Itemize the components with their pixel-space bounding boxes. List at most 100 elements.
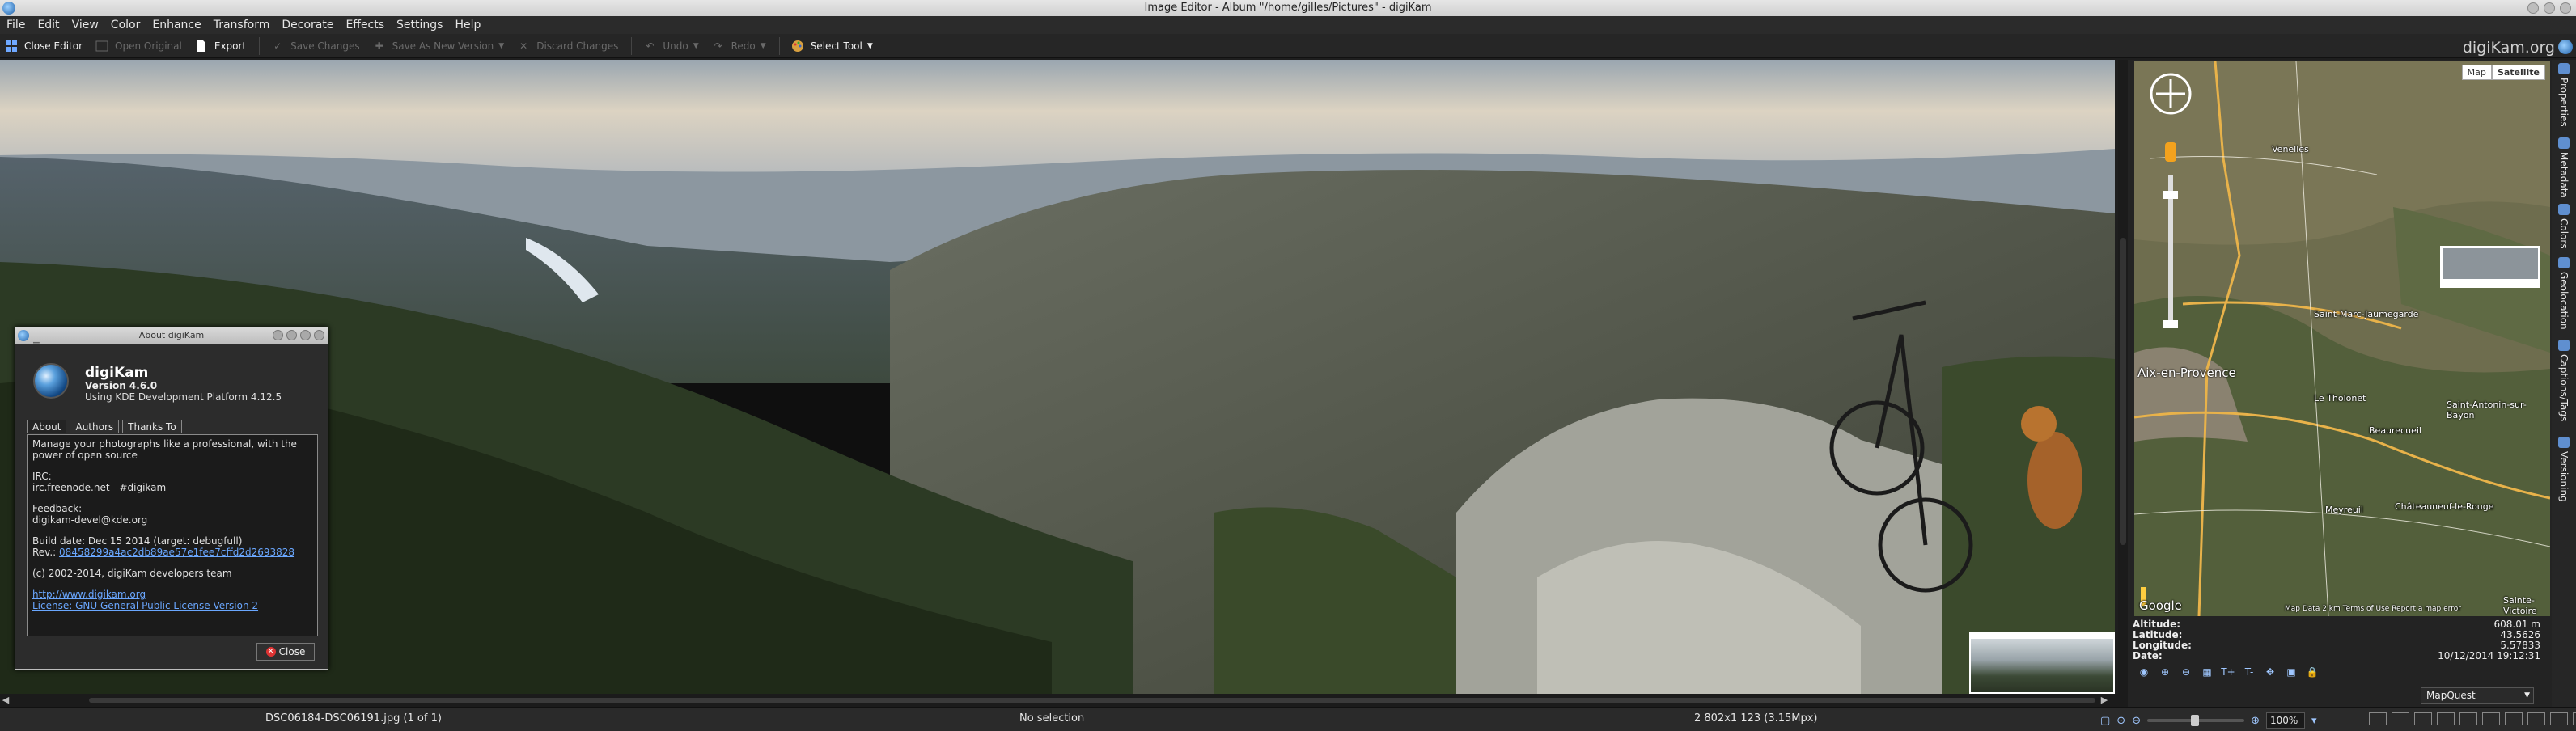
menu-help[interactable]: Help [455, 19, 481, 32]
revision-link[interactable]: 08458299a4ac2db89ae57e1fee7cffd2d2693828 [59, 547, 294, 558]
map-place-label: Beaurecueil [2369, 425, 2421, 436]
menu-view[interactable]: View [72, 19, 99, 32]
view-mode-2[interactable] [2392, 712, 2409, 725]
zoom-out-icon[interactable]: ⊖ [2132, 715, 2141, 727]
map-place-label: Sainte-Victoire [2503, 595, 2537, 616]
chevron-down-icon[interactable]: ▼ [761, 42, 766, 50]
chevron-down-icon[interactable]: ▾ [2311, 715, 2317, 727]
chevron-down-icon[interactable]: ▼ [498, 42, 504, 50]
satellite-map[interactable]: Map Satellite Venelles Aix-en-Provence S… [2134, 61, 2550, 616]
globe-icon[interactable]: ◉ [2136, 665, 2152, 679]
map-attribution[interactable]: Map Data 2 km Terms of Use Report a map … [2285, 605, 2461, 613]
zoom-in-icon[interactable]: ⊕ [2157, 665, 2173, 679]
scroll-right-arrow[interactable]: ▶ [2099, 694, 2110, 707]
zoom-out-icon[interactable]: ⊖ [2178, 665, 2194, 679]
tab-about[interactable]: About [27, 420, 67, 433]
open-original-button[interactable]: Open Original [94, 36, 182, 57]
view-mode-10[interactable] [2573, 712, 2576, 725]
maximize-button[interactable] [2544, 2, 2555, 14]
scroll-left-arrow[interactable]: ◀ [0, 694, 11, 707]
export-button[interactable]: Export [193, 36, 246, 57]
horizontal-scrollbar[interactable]: ◀ ▶ [0, 694, 2128, 707]
fit-window-icon[interactable]: ▢ [2100, 715, 2110, 727]
menu-color[interactable]: Color [111, 19, 141, 32]
irc-label: IRC: [32, 471, 52, 482]
window-titlebar[interactable]: Image Editor - Album "/home/gilles/Pictu… [0, 0, 2576, 16]
map-type-map[interactable]: Map [2461, 65, 2492, 80]
chevron-down-icon[interactable]: ▼ [867, 42, 873, 50]
menu-transform[interactable]: Transform [214, 19, 270, 32]
view-mode-7[interactable] [2505, 712, 2523, 725]
view-mode-3[interactable] [2414, 712, 2432, 725]
zoom-fit-icon[interactable]: ⊙ [2116, 715, 2125, 727]
tab-geolocation[interactable]: Geolocation [2555, 257, 2573, 330]
view-mode-4[interactable] [2437, 712, 2455, 725]
dialog-titlebar[interactable]: ▁ About digiKam [15, 327, 328, 344]
tab-captions-tags[interactable]: Captions/Tags [2555, 340, 2573, 421]
tab-thanks-to[interactable]: Thanks To [122, 420, 182, 433]
window-controls [2527, 2, 2571, 14]
feedback-info: Feedback: digikam-devel@kde.org [32, 503, 312, 526]
close-window-button[interactable] [2560, 2, 2571, 14]
zoom-slider-handle[interactable] [2191, 715, 2200, 726]
tab-properties[interactable]: Properties [2555, 63, 2573, 127]
tab-versioning[interactable]: Versioning [2555, 437, 2573, 502]
view-mode-1[interactable] [2369, 712, 2387, 725]
menu-edit[interactable]: Edit [37, 19, 59, 32]
vertical-scrollbar[interactable] [2118, 60, 2128, 694]
toolbar-separator [631, 36, 633, 55]
zoom-value[interactable]: 100% [2266, 712, 2306, 729]
latitude-row: Latitude: 43.5626 [2133, 630, 2540, 640]
zoom-in-icon[interactable]: ⊕ [2251, 715, 2260, 727]
minimize-button[interactable] [2527, 2, 2539, 14]
toolbar-separator [778, 36, 780, 55]
undo-button[interactable]: ↶ Undo ▼ [642, 36, 698, 57]
increase-thumb-size-icon[interactable]: T+ [2220, 665, 2236, 679]
discard-changes-button[interactable]: ✕ Discard Changes [515, 36, 618, 57]
tab-metadata[interactable]: Metadata [2555, 137, 2573, 198]
dialog-close-button[interactable] [314, 330, 324, 340]
save-changes-button[interactable]: ✓ Save Changes [269, 36, 360, 57]
date-label: Date: [2133, 650, 2163, 661]
decrease-thumb-size-icon[interactable]: T- [2241, 665, 2257, 679]
tab-colors[interactable]: Colors [2555, 204, 2573, 249]
scrollbar-thumb[interactable] [2120, 238, 2126, 545]
map-toolbar: ◉ ⊕ ⊖ ▦ T+ T- ✥ ▣ 🔒 [2136, 665, 2320, 679]
properties-icon [2558, 63, 2570, 74]
menu-file[interactable]: File [6, 19, 25, 32]
zoom-slider[interactable] [2147, 715, 2245, 726]
menu-settings[interactable]: Settings [396, 19, 443, 32]
view-mode-9[interactable] [2550, 712, 2568, 725]
document-export-icon [193, 38, 210, 54]
tab-authors[interactable]: Authors [70, 420, 120, 433]
move-icon[interactable]: ✥ [2262, 665, 2278, 679]
view-mode-8[interactable] [2527, 712, 2545, 725]
lock-icon[interactable]: 🔒 [2304, 665, 2320, 679]
view-mode-6[interactable] [2482, 712, 2500, 725]
menu-effects[interactable]: Effects [345, 19, 384, 32]
menu-enhance[interactable]: Enhance [152, 19, 201, 32]
redo-button[interactable]: ↷ Redo ▼ [710, 36, 766, 57]
save-as-new-version-button[interactable]: ✚ Save As New Version ▼ [371, 36, 505, 57]
close-button[interactable]: ✕ Close [256, 643, 315, 661]
globe-icon [2558, 257, 2570, 268]
save-changes-label: Save Changes [290, 40, 360, 52]
dialog-help-button[interactable] [273, 330, 283, 340]
license-link[interactable]: License: GNU General Public License Vers… [32, 600, 258, 611]
view-mode-5[interactable] [2459, 712, 2477, 725]
dialog-maximize-button[interactable] [300, 330, 311, 340]
scrollbar-thumb[interactable] [89, 698, 2095, 703]
chevron-down-icon[interactable]: ▼ [693, 42, 699, 50]
bookmark-icon[interactable]: ▣ [2283, 665, 2299, 679]
close-editor-button[interactable]: Close Editor [3, 36, 83, 57]
tag-icon [2558, 340, 2570, 351]
image-navigator-thumbnail[interactable] [1969, 632, 2115, 694]
select-tool-button[interactable]: Select Tool ▼ [790, 36, 873, 57]
dialog-minimize-button[interactable] [286, 330, 297, 340]
map-view-icon[interactable]: ▦ [2199, 665, 2215, 679]
website-link[interactable]: http://www.digikam.org [32, 589, 146, 600]
app-name: digiKam [85, 365, 149, 381]
menu-decorate[interactable]: Decorate [282, 19, 333, 32]
map-provider-select[interactable]: MapQuest ▼ [2421, 687, 2534, 704]
map-type-satellite[interactable]: Satellite [2491, 65, 2545, 80]
